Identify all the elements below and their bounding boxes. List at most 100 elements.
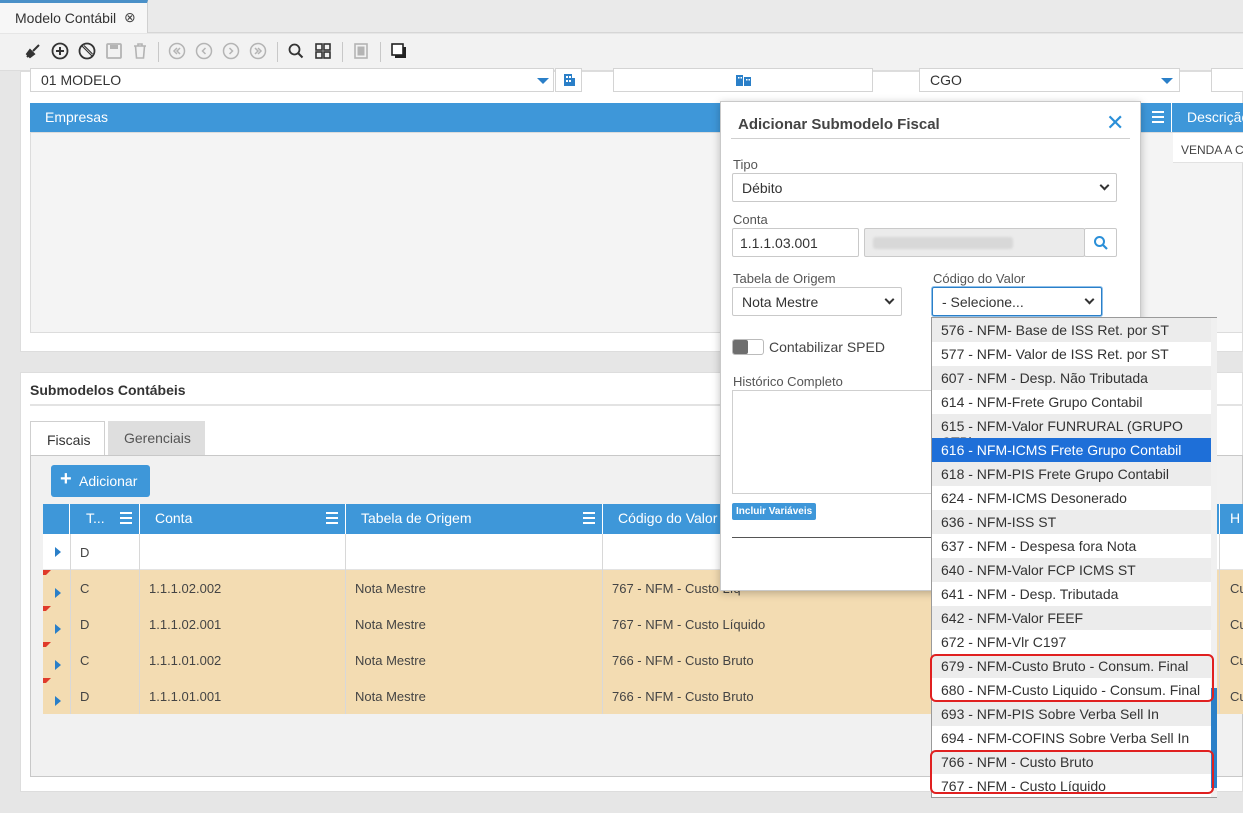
dropdown-option[interactable]: 694 - NFM-COFINS Sobre Verba Sell In [932,726,1211,750]
dropdown-option[interactable]: 577 - NFM- Valor de ISS Ret. por ST [932,342,1211,366]
scrollbar[interactable] [1211,318,1217,797]
dropdown-option[interactable]: 607 - NFM - Desp. Não Tributada [932,366,1211,390]
blurred-text [873,237,1013,249]
toolbar-separator [277,42,278,62]
conta-input[interactable]: 1.1.1.03.001 [732,228,859,257]
dropdown-option[interactable]: 576 - NFM- Base de ISS Ret. por ST [932,318,1211,342]
column-divider [345,534,346,714]
column-menu-icon[interactable] [326,512,338,524]
tab-modelo-contabil[interactable]: Modelo Contábil ⊗ [0,0,148,33]
chevron-down-icon [1099,180,1110,191]
expand-arrow-icon[interactable] [55,696,61,706]
dropdown-option[interactable]: 615 - NFM-Valor FUNRURAL (GRUPO CTB) [932,414,1211,450]
empresa-field[interactable] [613,68,873,92]
conta-search-button[interactable] [1084,228,1117,257]
header-tabela[interactable]: Tabela de Origem [346,504,603,534]
dropdown-option[interactable]: 618 - NFM-PIS Frete Grupo Contabil [932,462,1211,486]
cgo-select[interactable]: CGO [919,68,1180,92]
grid-icon[interactable] [313,42,333,62]
expand-arrow-icon[interactable] [55,660,61,670]
historico-textarea[interactable] [732,390,932,494]
first-icon[interactable] [167,42,187,62]
search-icon [1094,236,1108,250]
codigo-dropdown-list[interactable]: 576 - NFM- Base de ISS Ret. por ST 577 - … [931,317,1217,798]
tabela-label: Tabela de Origem [733,271,836,286]
sped-toggle[interactable] [732,339,764,355]
building-lookup-button[interactable] [555,68,582,92]
sped-label: Contabilizar SPED [769,339,885,355]
codigo-select[interactable]: - Selecione... [932,287,1102,316]
search-icon[interactable] [286,42,306,62]
dropdown-option[interactable]: 636 - NFM-ISS ST [932,510,1211,534]
column-divider [70,534,71,714]
dropdown-option[interactable]: 693 - NFM-PIS Sobre Verba Sell In [932,702,1211,726]
error-marker-icon [43,606,51,611]
last-icon[interactable] [248,42,268,62]
expand-arrow-icon[interactable] [55,588,61,598]
column-menu-icon[interactable] [1152,111,1164,123]
add-button[interactable]: + Adicionar [51,465,150,497]
dropdown-option[interactable]: 642 - NFM-Valor FEEF [932,606,1211,630]
submodelos-title: Submodelos Contábeis [30,382,186,398]
trash-icon[interactable] [130,42,150,62]
dropdown-option[interactable]: 614 - NFM-Frete Grupo Contabil [932,390,1211,414]
header-tipo[interactable]: T... [70,504,140,534]
tabela-select[interactable]: Nota Mestre [732,287,902,316]
add-circle-icon[interactable] [50,42,70,62]
header-tipo-label: T... [86,510,105,526]
save-icon[interactable] [104,42,124,62]
tab-gerenciais[interactable]: Gerenciais [108,421,205,455]
close-circle-icon[interactable]: ⊗ [124,9,136,26]
cell-tipo: D [80,545,90,560]
dropdown-option[interactable]: 616 - NFM-ICMS Frete Grupo Contabil [932,438,1211,462]
dropdown-option[interactable]: 624 - NFM-ICMS Desonerado [932,486,1211,510]
cell-tabela: Nota Mestre [355,689,426,704]
cancel-icon[interactable] [77,42,97,62]
tab-gerenciais-label: Gerenciais [124,430,191,446]
tipo-label: Tipo [733,157,758,172]
header-expand-col [43,504,70,534]
descricao-value: VENDA A C [1181,143,1243,157]
error-marker-icon [43,642,51,647]
dropdown-option[interactable]: 672 - NFM-Vlr C197 [932,630,1211,654]
cell-conta: 1.1.1.01.002 [149,653,222,668]
tab-fiscais[interactable]: Fiscais [30,421,105,456]
cell-tabela: Nota Mestre [355,617,426,632]
caret-down-icon [537,78,549,84]
header-historico-label: H [1230,510,1241,526]
chevron-down-icon [884,294,895,305]
broom-icon[interactable] [23,42,43,62]
next-icon[interactable] [221,42,241,62]
expand-arrow-icon[interactable] [55,547,61,557]
expand-arrow-icon[interactable] [55,624,61,634]
dropdown-option[interactable]: 637 - NFM - Despesa fora Nota [932,534,1211,558]
add-button-label: Adicionar [79,473,138,489]
column-menu-icon[interactable] [583,512,595,524]
dropdown-option-label: 672 - NFM-Vlr C197 [941,634,1067,650]
toolbar-separator [158,42,159,62]
header-codigo-label: Código do Valor [618,510,718,526]
cell-historico: Cu [1230,581,1243,596]
incluir-variaveis-button[interactable]: Incluir Variáveis [732,503,816,520]
close-icon[interactable]: ✕ [1106,110,1124,136]
header-conta[interactable]: Conta [140,504,346,534]
document-icon[interactable] [351,42,371,62]
dropdown-option-label: 642 - NFM-Valor FEEF [941,610,1084,626]
header-conta-label: Conta [155,510,193,526]
previous-icon[interactable] [194,42,214,62]
header-historico[interactable]: H [1220,504,1243,534]
plus-icon: + [60,468,72,490]
cell-tabela: Nota Mestre [355,581,426,596]
modelo-select[interactable]: 01 MODELO [30,68,554,92]
copy-icon[interactable] [389,42,409,62]
dropdown-option[interactable]: 640 - NFM-Valor FCP ICMS ST [932,558,1211,582]
extra-field[interactable] [1211,68,1243,92]
empresas-header-label: Empresas [45,109,109,125]
descricao-cell: VENDA A C [1173,133,1243,163]
dropdown-option-label: 694 - NFM-COFINS Sobre Verba Sell In [941,730,1190,746]
tipo-select[interactable]: Débito [732,173,1117,202]
column-menu-icon[interactable] [120,512,132,524]
historico-label: Histórico Completo [733,374,843,389]
toolbar [0,34,1243,71]
dropdown-option[interactable]: 641 - NFM - Desp. Tributada [932,582,1211,606]
